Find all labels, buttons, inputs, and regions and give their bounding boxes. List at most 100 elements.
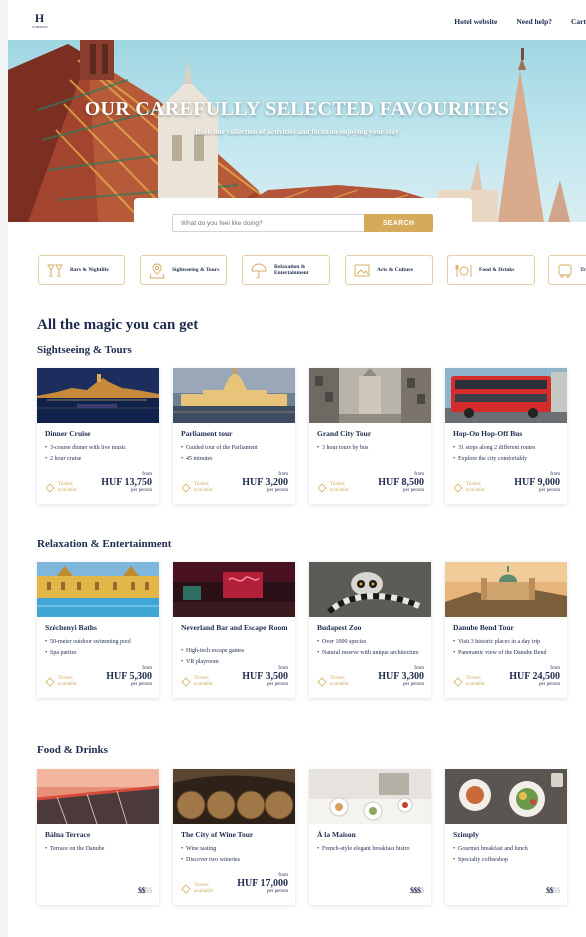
- feature-item: Wine tasting: [181, 846, 291, 853]
- card-title: Hop-On Hop-Off Bus: [453, 429, 523, 438]
- company-logo[interactable]: H COMPANY: [32, 11, 49, 29]
- category-food-drinks[interactable]: Food & Drinks: [447, 255, 535, 285]
- card-a-la-maison[interactable]: Á la Maison French-style elegant breakfa…: [309, 769, 431, 905]
- price-value: HUF 3,300: [378, 671, 424, 682]
- ticket-icon: [453, 483, 463, 493]
- card-title: Budapest Zoo: [317, 623, 362, 632]
- category-label: Relaxation & Entertainment: [274, 264, 309, 276]
- price-level: $$$$: [410, 886, 424, 895]
- price-block: from HUF 9,000 per person: [514, 472, 560, 494]
- feature-item: 50-meter outdoor swimming pool: [45, 639, 155, 646]
- tickets-badge: Tickets available!: [317, 676, 360, 688]
- card-features: Guided tour of the Parliament 45 minutes: [181, 445, 291, 467]
- card-budapest-zoo[interactable]: Budapest Zoo Over 1000 species Natural r…: [309, 562, 431, 698]
- card-grand-city-tour[interactable]: Grand City Tour 3 hour tours by bus Tick…: [309, 368, 431, 504]
- card-dinner-cruise[interactable]: Dinner Cruise 3-course dinner with live …: [37, 368, 159, 504]
- section-title-food: Food & Drinks: [37, 744, 108, 756]
- section-title-sightseeing: Sightseeing & Tours: [37, 344, 132, 356]
- tickets-text: Tickets available!: [194, 676, 214, 687]
- card-features: 3 hour tours by bus: [317, 445, 427, 456]
- category-arts-culture[interactable]: Arts & Culture: [345, 255, 433, 285]
- price-value: HUF 9,000: [514, 477, 560, 488]
- price-value: HUF 17,000: [237, 878, 288, 889]
- category-relaxation-entertainment[interactable]: Relaxation & Entertainment: [242, 255, 330, 285]
- card-title: Danube Bend Tour: [453, 623, 514, 632]
- feature-item: Specialty coffeeshop: [453, 857, 563, 864]
- card-features: Gourmet breakfast and lunch Specialty co…: [453, 846, 563, 868]
- card-title: Bálna Terrace: [45, 830, 91, 839]
- price-block: from HUF 5,300 per person: [106, 666, 152, 688]
- card-features: 3-course dinner with live music 2 hour c…: [45, 445, 155, 467]
- tickets-badge: Tickets available!: [453, 482, 496, 494]
- card-features: Wine tasting Discover two wineries: [181, 846, 291, 868]
- category-label: Sightseeing & Tours: [172, 267, 220, 273]
- umbrella-icon: [251, 263, 267, 279]
- feature-item: 45 minutes: [181, 456, 291, 463]
- category-sightseeing-tours[interactable]: Sightseeing & Tours: [140, 255, 227, 285]
- card-parliament-tour[interactable]: Parliament tour Guided tour of the Parli…: [173, 368, 295, 504]
- price-per: per person: [131, 682, 152, 687]
- hero-banner: OUR CAREFULLY SELECTED FAVOURITES Book o…: [8, 40, 586, 222]
- nav-need-help[interactable]: Need help?: [516, 17, 552, 26]
- feature-item: VR playroom: [181, 659, 291, 666]
- card-title: Grand City Tour: [317, 429, 372, 438]
- price-block: from HUF 3,500 per person: [242, 666, 288, 688]
- logo-text: COMPANY: [32, 25, 49, 29]
- ticket-icon: [181, 884, 191, 894]
- card-image: [37, 769, 159, 824]
- feature-item: Panoramic view of the Danube Bend: [453, 650, 563, 657]
- ticket-icon: [45, 483, 55, 493]
- ticket-icon: [181, 483, 191, 493]
- card-title: Széchenyi Baths: [45, 623, 97, 632]
- card-features: French-style elegant breakfast bistro: [317, 846, 427, 857]
- category-transport[interactable]: Tr: [548, 255, 586, 285]
- price-value: HUF 8,500: [378, 477, 424, 488]
- card-neverland-bar[interactable]: Neverland Bar and Escape Room High-tech …: [173, 562, 295, 698]
- search-button[interactable]: SEARCH: [364, 214, 433, 232]
- card-hop-on-hop-off-bus[interactable]: Hop-On Hop-Off Bus 31 stops along 2 diff…: [445, 368, 567, 504]
- feature-item: 3 hour tours by bus: [317, 445, 427, 452]
- category-bars-nightlife[interactable]: Bars & Nightlife: [38, 255, 125, 285]
- ticket-icon: [45, 677, 55, 687]
- card-image: [173, 769, 295, 824]
- price-level: $$$$: [546, 886, 561, 895]
- category-label: Bars & Nightlife: [70, 267, 109, 273]
- price-per: per person: [403, 488, 424, 493]
- feature-item: Explore the city comfortably: [453, 456, 563, 463]
- price-per: per person: [267, 488, 288, 493]
- price-per: per person: [539, 488, 560, 493]
- price-per: per person: [131, 488, 152, 493]
- card-danube-bend-tour[interactable]: Danube Bend Tour Visit 3 historic places…: [445, 562, 567, 698]
- card-image: [309, 562, 431, 617]
- logo-mark: H: [34, 11, 44, 25]
- card-image: [309, 769, 431, 824]
- search-input[interactable]: [172, 214, 364, 232]
- ticket-icon: [317, 677, 327, 687]
- ticket-icon: [181, 677, 191, 687]
- price-block: from HUF 17,000 per person: [237, 873, 288, 895]
- card-balna-terrace[interactable]: Bálna Terrace Terrace on the Danube $$$$: [37, 769, 159, 905]
- feature-item: 2 hour cruise: [45, 456, 155, 463]
- price-block: from HUF 13,750 per person: [101, 472, 152, 494]
- price-value: HUF 13,750: [101, 477, 152, 488]
- tickets-badge: Tickets available!: [181, 883, 224, 895]
- card-title: Dinner Cruise: [45, 429, 91, 438]
- nav-hotel-website[interactable]: Hotel website: [454, 17, 497, 26]
- feature-item: 31 stops along 2 different routes: [453, 445, 563, 452]
- tickets-text: Tickets available!: [466, 676, 486, 687]
- nav-cart[interactable]: Cart: [571, 17, 586, 26]
- card-szimply[interactable]: Szimply Gourmet breakfast and lunch Spec…: [445, 769, 567, 905]
- card-features: Over 1000 species Natural reserve with u…: [317, 639, 427, 661]
- category-label: Arts & Culture: [377, 267, 413, 273]
- tickets-badge: Tickets available!: [45, 676, 88, 688]
- tickets-text: Tickets available!: [194, 883, 214, 894]
- price-block: from HUF 3,300 per person: [378, 666, 424, 688]
- price-level: $$$$: [138, 886, 153, 895]
- card-city-of-wine-tour[interactable]: The City of Wine Tour Wine tasting Disco…: [173, 769, 295, 905]
- card-szechenyi-baths[interactable]: Széchenyi Baths 50-meter outdoor swimmin…: [37, 562, 159, 698]
- top-bar: H COMPANY Hotel website Need help? Cart: [8, 0, 586, 40]
- tickets-text: Tickets available!: [330, 482, 350, 493]
- ticket-icon: [317, 483, 327, 493]
- price-value: HUF 3,200: [242, 477, 288, 488]
- tickets-badge: Tickets available!: [317, 482, 360, 494]
